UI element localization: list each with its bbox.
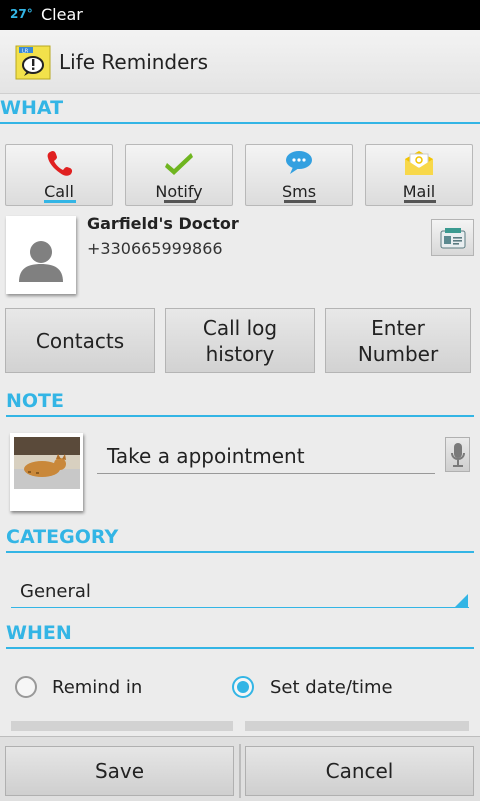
note-input[interactable]: Take a appointment [97,438,435,474]
enter-number-label-line1: Enter [371,315,425,340]
notify-type-button[interactable]: Notify [125,144,233,206]
call-type-label: Call [44,182,74,201]
enter-number-label-line2: Number [357,341,439,366]
call-log-label-line2: history [205,341,275,366]
speech-bubble-icon [286,151,312,174]
action-bar: LR Life Reminders [0,30,480,94]
footer-divider [239,744,241,798]
cancel-button-label: Cancel [325,759,394,783]
enter-number-button[interactable]: Enter Number [325,308,471,373]
save-button-label: Save [94,759,145,783]
cat-photo-image [14,437,80,489]
app-logo-text: LR [22,49,29,55]
note-photo[interactable] [10,433,83,511]
temperature-text: 27° [10,7,33,21]
contact-phone: +330665999866 [87,239,223,258]
note-section-header: NOTE [6,390,64,412]
weather-text: Clear [41,5,83,24]
mail-type-button[interactable]: Mail [365,144,473,206]
mail-type-label: Mail [402,182,436,201]
checkmark-icon [165,153,193,175]
contacts-button[interactable]: Contacts [5,308,155,373]
cancel-button[interactable]: Cancel [245,746,474,796]
sms-type-button[interactable]: Sms [245,144,353,206]
set-datetime-radio[interactable] [232,676,254,698]
contact-name: Garfield's Doctor [87,214,239,233]
call-log-history-button[interactable]: Call log history [165,308,315,373]
note-section-divider [6,415,474,417]
remind-in-radio[interactable] [15,676,37,698]
notify-type-indicator [164,200,196,203]
envelope-icon [405,151,433,175]
status-bar: 27° Clear [0,0,480,30]
remind-in-label[interactable]: Remind in [52,677,142,698]
contact-card-icon [440,227,465,248]
call-type-indicator [44,200,76,203]
save-button[interactable]: Save [5,746,234,796]
sms-type-indicator [284,200,316,203]
dropdown-arrow-icon [455,594,468,607]
mail-type-indicator [404,200,436,203]
contact-card-button[interactable] [431,219,474,256]
person-icon [19,241,63,282]
when-option-bar-right [245,721,469,731]
call-log-label-line1: Call log [202,315,278,340]
microphone-icon [450,442,465,467]
contacts-button-label: Contacts [35,328,125,353]
app-logo-icon: LR [15,45,51,80]
what-section-header: WHAT [0,97,64,119]
phone-icon [47,150,73,176]
contact-avatar[interactable] [6,216,76,294]
sms-type-label: Sms [281,182,317,201]
category-section-divider [6,551,474,553]
voice-input-button[interactable] [445,437,470,472]
app-title: Life Reminders [59,50,209,74]
call-type-button[interactable]: Call [5,144,113,206]
set-datetime-label[interactable]: Set date/time [270,677,393,698]
when-section-header: WHEN [6,622,72,644]
what-section-divider [0,122,480,124]
when-section-divider [6,647,474,649]
when-option-bar-left [11,721,233,731]
notify-type-label: Notify [155,182,203,201]
category-dropdown[interactable]: General [11,578,469,608]
category-section-header: CATEGORY [6,526,119,548]
